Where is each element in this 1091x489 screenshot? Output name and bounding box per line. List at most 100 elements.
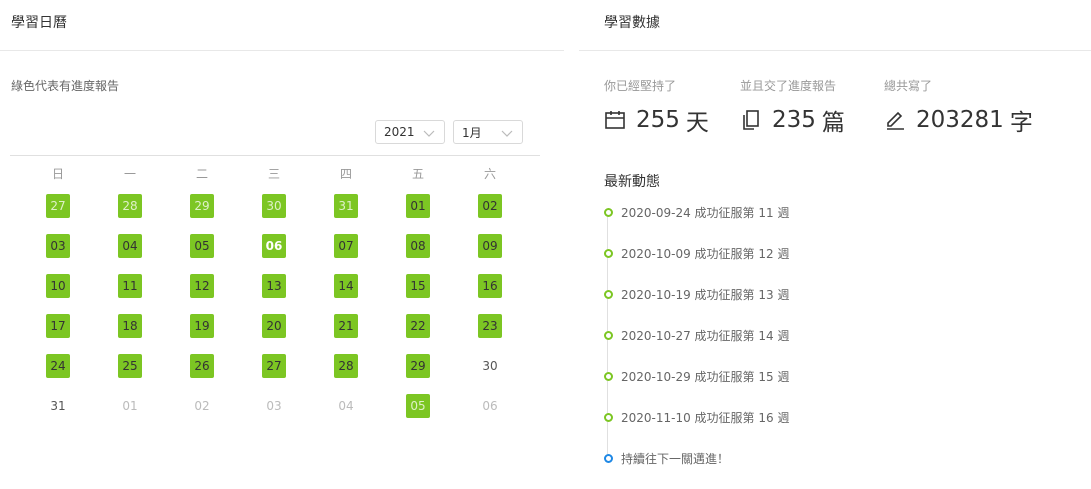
timeline-item: 2020-09-24 成功征服第 11 週 [604,199,1084,225]
calendar-day[interactable]: 19 [190,314,214,338]
timeline-item-text: 2020-10-19 成功征服第 13 週 [621,287,790,302]
calendar-legend-note: 綠色代表有進度報告 [11,79,120,93]
calendar-week: 17 18 19 20 21 22 23 [22,306,526,346]
calendar-day[interactable]: 10 [46,274,70,298]
learning-calendar-panel: 學習日曆 綠色代表有進度報告 2021 1月 日 一 二 三 四 五 六 27 2… [0,0,564,489]
chevron-down-icon [501,130,513,137]
calendar-day[interactable]: 04 [334,394,358,418]
timeline-dot-icon [604,208,613,217]
weekday-label: 日 [51,166,64,181]
days-stat: 255 天 [604,103,709,137]
calendar-day[interactable]: 30 [478,354,502,378]
calendar-day[interactable]: 03 [262,394,286,418]
calendar-day[interactable]: 04 [118,234,142,258]
calendar-day[interactable]: 25 [118,354,142,378]
timeline-dot-icon [604,290,613,299]
timeline-dot-icon [604,249,613,258]
calendar-day[interactable]: 05 [406,394,430,418]
words-label: 總共寫了 [884,79,933,93]
words-stat: 203281 字 [884,103,1033,137]
calendar-day[interactable]: 01 [118,394,142,418]
calendar-day[interactable]: 01 [406,194,430,218]
calendar-day[interactable]: 06 [478,394,502,418]
calendar-day[interactable]: 08 [406,234,430,258]
calendar-day[interactable]: 16 [478,274,502,298]
timeline-dot-icon [604,372,613,381]
calendar-day[interactable]: 24 [46,354,70,378]
calendar-day[interactable]: 29 [190,194,214,218]
calendar-day[interactable]: 05 [190,234,214,258]
weekday-header: 日 一 二 三 四 五 六 [22,160,526,186]
documents-icon [743,110,759,130]
calendar-day[interactable]: 22 [406,314,430,338]
reports-stat: 235 篇 [740,103,845,137]
calendar-day[interactable]: 28 [118,194,142,218]
calendar-day[interactable]: 21 [334,314,358,338]
recent-timeline: 2020-09-24 成功征服第 11 週 2020-10-09 成功征服第 12… [604,199,1084,486]
calendar-day[interactable]: 03 [46,234,70,258]
calendar-week: 24 25 26 27 28 29 30 [22,346,526,386]
calendar-day[interactable]: 18 [118,314,142,338]
calendar-day[interactable]: 02 [478,194,502,218]
timeline-item-text: 2020-10-09 成功征服第 12 週 [621,246,790,261]
calendar-title: 學習日曆 [0,0,564,51]
weekday-label: 一 [123,166,136,181]
calendar-week: 31 01 02 03 04 05 06 [22,386,526,426]
weekday-label: 二 [195,166,208,181]
calendar-day[interactable]: 07 [334,234,358,258]
calendar-week: 10 11 12 13 14 15 16 [22,266,526,306]
calendar-divider [10,155,540,156]
words-unit: 字 [1009,110,1033,136]
calendar-day[interactable]: 30 [262,194,286,218]
calendar-week: 27 28 29 30 31 01 02 [22,186,526,226]
timeline-item: 2020-10-29 成功征服第 15 週 [604,363,1084,389]
calendar-grid: 日 一 二 三 四 五 六 27 28 29 30 31 01 02 03 04 05 06 07 08… [22,160,526,426]
calendar-day[interactable]: 12 [190,274,214,298]
words-value: 203281 [916,107,1004,133]
days-label: 你已經堅持了 [604,79,677,93]
year-select-value: 2021 [384,125,415,139]
weekday-label: 五 [411,166,424,181]
calendar-day[interactable]: 26 [190,354,214,378]
recent-activity-title: 最新動態 [604,174,660,190]
month-select-value: 1月 [462,125,482,140]
calendar-day[interactable]: 27 [262,354,286,378]
calendar-day[interactable]: 17 [46,314,70,338]
timeline-items: 2020-09-24 成功征服第 11 週 2020-10-09 成功征服第 12… [604,199,1084,471]
calendar-day[interactable]: 23 [478,314,502,338]
month-select[interactable]: 1月 [453,120,523,144]
timeline-item: 2020-10-19 成功征服第 13 週 [604,281,1084,307]
calendar-day[interactable]: 02 [190,394,214,418]
calendar-day[interactable]: 09 [478,234,502,258]
timeline-item: 2020-10-09 成功征服第 12 週 [604,240,1084,266]
calendar-day[interactable]: 15 [406,274,430,298]
calendar-week: 03 04 05 06 07 08 09 [22,226,526,266]
weekday-label: 四 [339,166,352,181]
timeline-item: 持續往下一關邁進！ [604,445,1084,471]
calendar-day[interactable]: 20 [262,314,286,338]
stats-title: 學習數據 [579,0,1091,51]
days-unit: 天 [685,110,709,136]
calendar-day[interactable]: 14 [334,274,358,298]
year-select[interactable]: 2021 [375,120,445,144]
calendar-day[interactable]: 27 [46,194,70,218]
calendar-day[interactable]: 06 [262,234,286,258]
calendar-day[interactable]: 11 [118,274,142,298]
calendar-day[interactable]: 31 [46,394,70,418]
calendar-weeks: 27 28 29 30 31 01 02 03 04 05 06 07 08 09 10 11 12 13 14 15… [22,186,526,426]
timeline-item-text: 2020-10-27 成功征服第 14 週 [621,328,790,343]
timeline-dot-icon [604,454,613,463]
days-value: 255 [636,107,680,133]
timeline-dot-icon [604,331,613,340]
calendar-day[interactable]: 29 [406,354,430,378]
learning-stats-panel: 學習數據 你已經堅持了 並且交了進度報告 總共寫了 255 天 235 篇 20… [579,0,1091,489]
pencil-icon [887,111,904,130]
weekday-label: 三 [267,166,280,181]
calendar-selects: 2021 1月 [375,120,523,144]
calendar-day[interactable]: 13 [262,274,286,298]
timeline-dot-icon [604,413,613,422]
calendar-icon [605,111,625,129]
weekday-label: 六 [483,166,496,181]
calendar-day[interactable]: 31 [334,194,358,218]
calendar-day[interactable]: 28 [334,354,358,378]
